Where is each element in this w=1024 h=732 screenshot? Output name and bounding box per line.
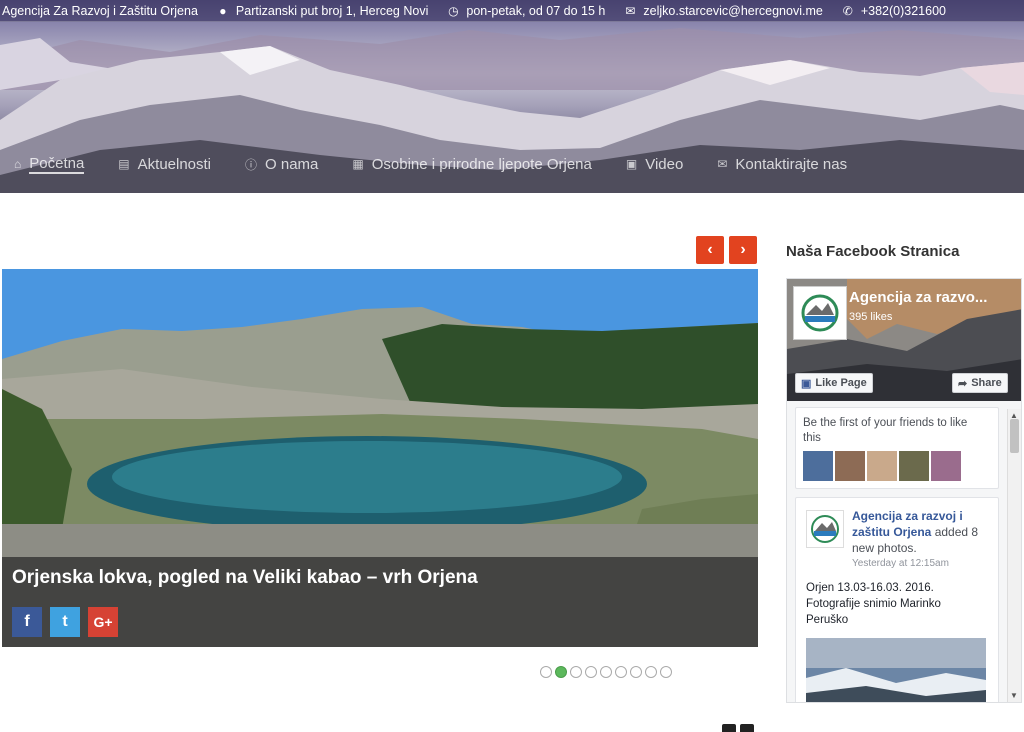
fb-like-page-button[interactable]: ▣ Like Page: [795, 373, 873, 393]
friend-avatar[interactable]: [867, 451, 897, 481]
slider-pagination: [540, 666, 675, 678]
slider-dot[interactable]: [570, 666, 582, 678]
phone-number: ✆ +382(0)321600: [842, 3, 946, 18]
agency-name: Agencija Za Razvoj i Zaštitu Orjena: [2, 3, 198, 18]
section-next-button[interactable]: [740, 724, 754, 732]
fb-post-text: Orjen 13.03-16.03. 2016. Fotografije sni…: [806, 582, 941, 626]
slider-next-button[interactable]: ›: [729, 236, 757, 264]
fb-post-image: [806, 638, 986, 702]
fb-friends-card: Be the first of your friends to like thi…: [795, 407, 999, 489]
envelope-icon: ✉: [625, 3, 636, 18]
slider-dot[interactable]: [660, 666, 672, 678]
twitter-icon: t: [62, 613, 68, 630]
facebook-page-widget: Agencija za razvo... 395 likes ▣ Like Pag…: [786, 278, 1022, 703]
home-icon: ⌂: [14, 157, 22, 171]
newspaper-icon: ▤: [118, 157, 130, 171]
fb-page-logo[interactable]: [794, 287, 846, 339]
nav-item-contact[interactable]: ✉ Kontaktirajte nas: [717, 156, 847, 173]
fb-likes-count: 395 likes: [849, 311, 893, 323]
agency-logo-icon: [811, 515, 839, 543]
fb-friends-text: Be the first of your friends to like thi…: [803, 417, 968, 444]
twitter-share-button[interactable]: t: [50, 607, 80, 637]
fb-post-photo[interactable]: [806, 638, 986, 702]
main-navigation: ⌂ Početna ▤ Aktuelnosti ⓘ O nama ▦ Osobine i…: [0, 150, 1024, 178]
map-pin-icon: ●: [219, 3, 227, 18]
slider-dot[interactable]: [540, 666, 552, 678]
clock-icon: ◷: [448, 3, 459, 18]
fb-cover-image: Agencija za razvo... 395 likes ▣ Like Pag…: [787, 279, 1021, 401]
chevron-left-icon: ‹: [707, 241, 713, 258]
slider-dot[interactable]: [630, 666, 642, 678]
envelope-icon: ✉: [717, 157, 728, 171]
facebook-icon: ▣: [801, 377, 812, 390]
share-arrow-icon: ➦: [958, 377, 968, 390]
friend-avatar[interactable]: [931, 451, 961, 481]
top-info-bar: Agencija Za Razvoj i Zaštitu Orjena ● Par…: [0, 0, 1024, 22]
address: ● Partizanski put broj 1, Herceg Novi: [216, 4, 428, 18]
facebook-icon: f: [24, 613, 30, 630]
section-prev-button[interactable]: [722, 724, 736, 732]
fb-post-time[interactable]: Yesterday at 12:15am: [852, 558, 949, 569]
slide-image[interactable]: Orjenska lokva, pogled na Veliki kabao –…: [2, 269, 758, 647]
scroll-down-icon[interactable]: ▼: [1010, 691, 1018, 700]
agency-logo-icon: [801, 294, 839, 332]
header-banner: Agencija Za Razvoj i Zaštitu Orjena ● Par…: [0, 0, 1024, 193]
fb-post-card: Agencija za razvoj i zaštitu Orjena adde…: [795, 497, 1002, 702]
chevron-right-icon: ›: [740, 241, 746, 258]
slider-dot[interactable]: [645, 666, 657, 678]
working-hours: ◷ pon-petak, od 07 do 15 h: [448, 3, 606, 18]
slider-dot[interactable]: [585, 666, 597, 678]
sidebar-title: Naša Facebook Stranica: [786, 243, 960, 260]
google-plus-share-button[interactable]: G+: [88, 607, 118, 637]
nav-item-home[interactable]: ⌂ Početna: [14, 155, 85, 174]
email-link[interactable]: ✉ zeljko.starcevic@hercegnovi.me: [623, 4, 822, 18]
fb-post-avatar[interactable]: [806, 510, 844, 548]
slider-dot[interactable]: [600, 666, 612, 678]
slider-prev-button[interactable]: ‹: [696, 236, 724, 264]
google-plus-icon: G+: [93, 614, 113, 630]
friend-avatar[interactable]: [803, 451, 833, 481]
slide-caption-title: Orjenska lokva, pogled na Veliki kabao –…: [12, 567, 478, 588]
scrollbar-thumb[interactable]: [1010, 419, 1019, 453]
info-icon: ⓘ: [245, 157, 258, 172]
friend-avatar[interactable]: [899, 451, 929, 481]
nav-item-about[interactable]: ⓘ O nama: [245, 156, 318, 173]
friend-avatar[interactable]: [835, 451, 865, 481]
slider-dot-active[interactable]: [555, 666, 567, 678]
fb-page-name[interactable]: Agencija za razvo...: [849, 289, 987, 306]
nav-item-features[interactable]: ▦ Osobine i prirodne ljepote Orjena: [352, 156, 591, 173]
fb-share-button[interactable]: ➦ Share: [952, 373, 1008, 393]
nav-item-video[interactable]: ▣ Video: [626, 156, 683, 173]
phone-icon: ✆: [842, 3, 853, 18]
fb-widget-scrollbar[interactable]: ▲ ▼: [1007, 409, 1021, 702]
slide-caption: Orjenska lokva, pogled na Veliki kabao –…: [2, 557, 758, 647]
slider-dot[interactable]: [615, 666, 627, 678]
book-icon: ▦: [352, 157, 364, 171]
nav-item-news[interactable]: ▤ Aktuelnosti: [118, 156, 211, 173]
facebook-share-button[interactable]: f: [12, 607, 42, 637]
fb-post-header: Agencija za razvoj i zaštitu Orjena adde…: [852, 508, 1002, 556]
video-icon: ▣: [625, 157, 638, 171]
